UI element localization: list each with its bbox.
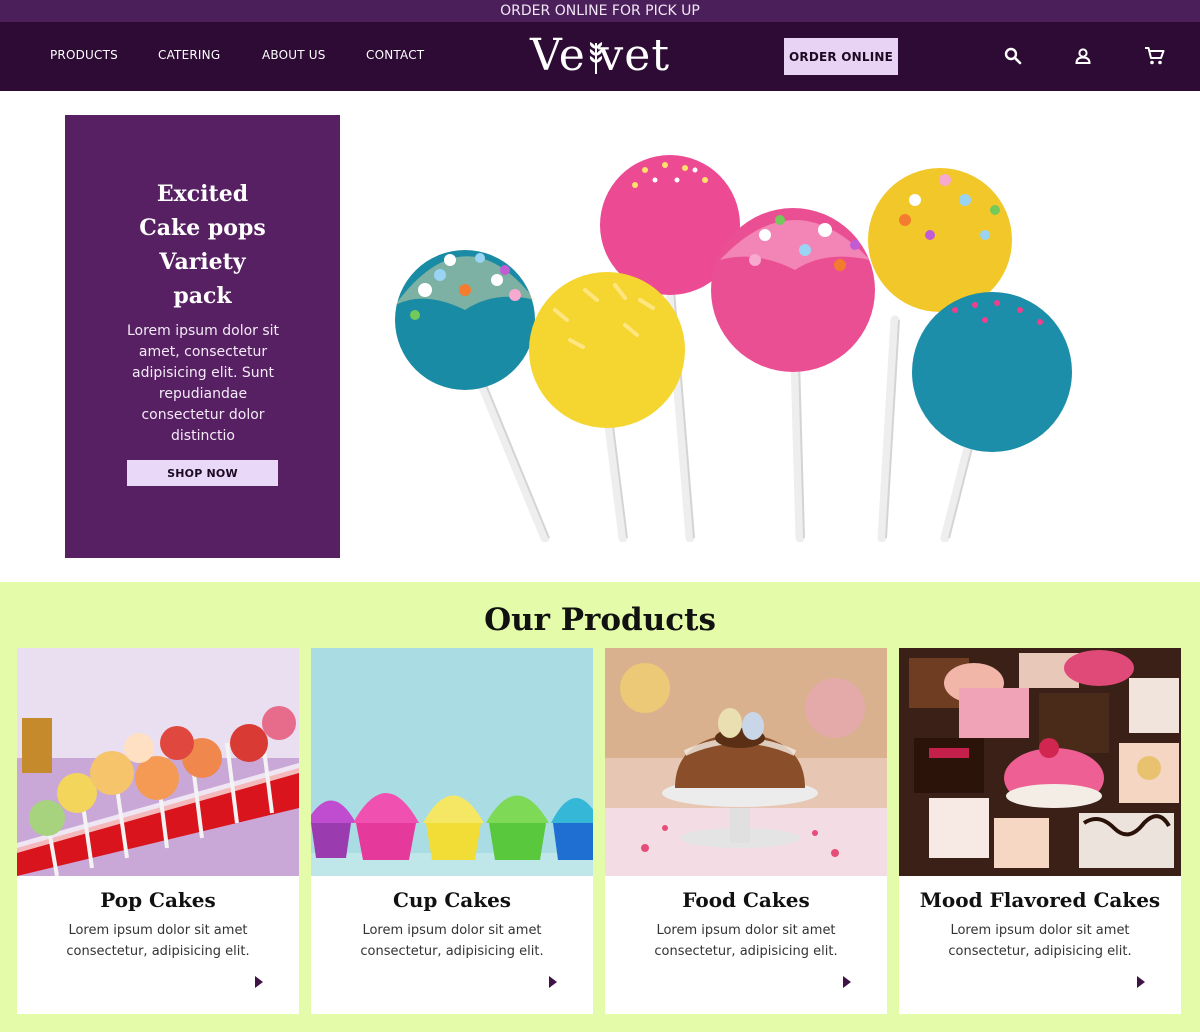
arrow-right-icon[interactable] — [1135, 974, 1147, 988]
user-icon[interactable] — [1073, 46, 1093, 66]
card-description: Lorem ipsum dolor sit amet consectetur, … — [654, 923, 838, 959]
nav-catering[interactable]: CATERING — [158, 48, 220, 62]
hero-cake-pops-image — [385, 140, 1085, 543]
hero-promo-card: Excited Cake pops Variety pack Lorem ips… — [65, 115, 340, 558]
announcement-link[interactable]: ORDER ONLINE FOR PICK UP — [500, 3, 700, 19]
products-heading: Our Products — [484, 602, 716, 638]
logo-text-start: Ve — [530, 29, 586, 81]
card-description: Lorem ipsum dolor sit amet consectetur, … — [66, 923, 250, 959]
card-title: Food Cakes — [682, 888, 810, 912]
mood-flavored-cakes-image — [899, 648, 1181, 876]
card-description: Lorem ipsum dolor sit amet consectetur, … — [360, 923, 544, 959]
product-card-cup-cakes[interactable]: Cup Cakes Lorem ipsum dolor sit amet con… — [311, 648, 593, 1014]
order-online-button[interactable]: ORDER ONLINE — [784, 38, 898, 75]
product-card-pop-cakes[interactable]: Pop Cakes Lorem ipsum dolor sit amet con… — [17, 648, 299, 1014]
hero-title: Excited Cake pops Variety pack — [105, 177, 300, 313]
brand-logo[interactable]: Ve vet — [530, 29, 670, 81]
site-header: PRODUCTS CATERING ABOUT US CONTACT Ve ve… — [0, 22, 1200, 91]
product-card-mood-flavored-cakes[interactable]: Mood Flavored Cakes Lorem ipsum dolor si… — [899, 648, 1181, 1014]
hero-title-line: Cake pops — [139, 215, 266, 241]
search-icon[interactable] — [1003, 46, 1023, 66]
arrow-right-icon[interactable] — [841, 974, 853, 988]
cup-cakes-image — [311, 648, 593, 876]
food-cakes-image — [605, 648, 887, 876]
nav-products[interactable]: PRODUCTS — [50, 48, 118, 62]
announcement-bar: ORDER ONLINE FOR PICK UP — [0, 0, 1200, 22]
hero-title-line: Variety — [159, 249, 246, 275]
hero-description: Lorem ipsum dolor sit amet, consectetur … — [126, 323, 280, 444]
product-card-food-cakes[interactable]: Food Cakes Lorem ipsum dolor sit amet co… — [605, 648, 887, 1014]
cart-icon[interactable] — [1144, 46, 1165, 66]
card-description: Lorem ipsum dolor sit amet consectetur, … — [948, 923, 1132, 959]
hero-title-line: Excited — [156, 181, 249, 207]
card-title: Mood Flavored Cakes — [919, 888, 1161, 912]
card-title: Cup Cakes — [392, 888, 512, 912]
arrow-right-icon[interactable] — [547, 974, 559, 988]
wheat-icon — [587, 37, 602, 74]
arrow-right-icon[interactable] — [253, 974, 265, 988]
nav-about-us[interactable]: ABOUT US — [262, 48, 326, 62]
nav-contact[interactable]: CONTACT — [366, 48, 424, 62]
hero-title-line: pack — [173, 283, 232, 309]
pop-cakes-image — [17, 648, 299, 876]
card-title: Pop Cakes — [100, 888, 216, 912]
shop-now-button[interactable]: SHOP NOW — [127, 460, 278, 486]
products-section: Our Products Pop Cakes Lorem ipsum dolor… — [0, 582, 1200, 1032]
logo-text-end: vet — [598, 29, 670, 81]
